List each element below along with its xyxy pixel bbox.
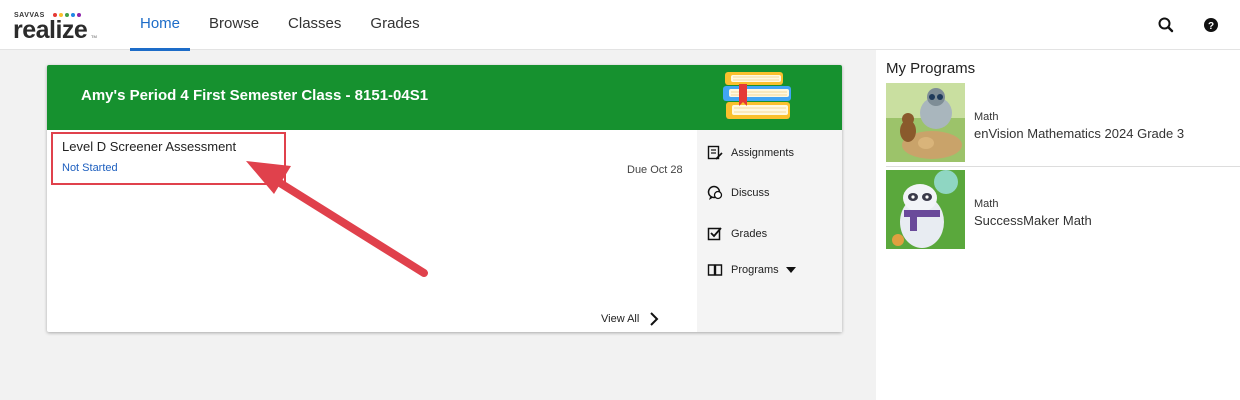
search-icon[interactable] — [1156, 15, 1176, 35]
my-programs-panel: My Programs Math enVision Mathematics 20… — [876, 50, 1240, 400]
discuss-link[interactable]: Discuss — [707, 185, 770, 201]
top-navigation-bar: SAVVAS realize TM Home Browse Classes Gr… — [0, 0, 1240, 51]
assignments-label: Assignments — [731, 147, 794, 159]
programs-dropdown[interactable]: Programs — [707, 262, 805, 278]
class-side-panel: Assignments Discuss Grades Programs — [697, 130, 842, 332]
program-thumbnail-envision — [886, 83, 965, 162]
class-card: Amy's Period 4 First Semester Class - 81… — [47, 65, 842, 332]
view-all-label: View All — [601, 313, 640, 325]
nav-tab-browse[interactable]: Browse — [199, 0, 269, 50]
grades-checkbox-icon — [707, 227, 722, 241]
books-icon — [721, 70, 797, 126]
discuss-label: Discuss — [731, 187, 770, 199]
my-programs-title: My Programs — [886, 60, 976, 77]
nav-tab-home[interactable]: Home — [130, 0, 191, 51]
programs-label: Programs — [731, 264, 779, 276]
program-item-envision[interactable]: Math enVision Mathematics 2024 Grade 3 — [886, 83, 1238, 165]
assignments-link[interactable]: Assignments — [707, 145, 794, 161]
svg-text:?: ? — [1208, 21, 1214, 32]
caret-down-icon — [785, 267, 796, 273]
view-all-button[interactable]: View All — [601, 309, 659, 329]
program-title[interactable]: enVision Mathematics 2024 Grade 3 — [974, 126, 1184, 141]
program-title[interactable]: SuccessMaker Math — [974, 213, 1092, 228]
main-nav: Home Browse Classes Grades — [130, 0, 439, 51]
assignments-icon — [707, 145, 723, 160]
program-subject: Math — [974, 111, 999, 123]
program-subject: Math — [974, 198, 999, 210]
book-icon — [707, 264, 723, 276]
program-thumbnail-successmaker — [886, 170, 965, 249]
class-card-header[interactable]: Amy's Period 4 First Semester Class - 81… — [47, 65, 842, 130]
grades-link[interactable]: Grades — [707, 226, 767, 242]
class-title[interactable]: Amy's Period 4 First Semester Class - 81… — [81, 87, 428, 104]
nav-tab-grades[interactable]: Grades — [360, 0, 429, 50]
program-item-successmaker[interactable]: Math SuccessMaker Math — [886, 170, 1238, 252]
nav-tab-classes[interactable]: Classes — [278, 0, 351, 50]
discuss-icon — [707, 185, 723, 200]
logo-word: realize — [13, 16, 88, 44]
help-icon[interactable]: ? — [1201, 15, 1221, 35]
annotation-highlight-box — [51, 132, 286, 185]
assignment-due-date: Due Oct 28 — [627, 164, 683, 176]
savvas-realize-logo[interactable]: SAVVAS realize TM — [13, 12, 98, 43]
logo-trademark: TM — [91, 34, 97, 39]
programs-divider — [886, 166, 1240, 167]
grades-label: Grades — [731, 228, 768, 240]
chevron-right-icon — [650, 312, 659, 326]
